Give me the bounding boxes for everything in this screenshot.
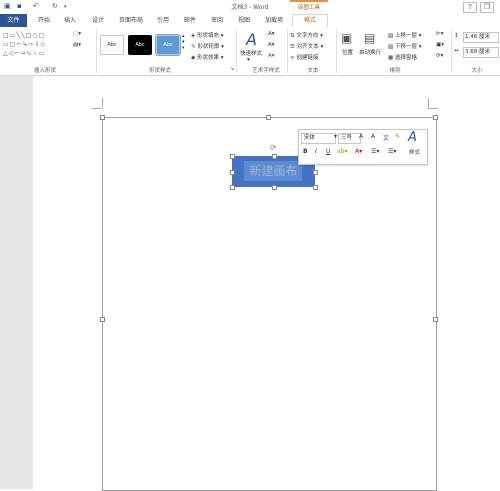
tab-page-layout[interactable]: 页面布局 — [115, 15, 147, 27]
font-size-combo[interactable]: 三号 — [338, 133, 361, 144]
font-dropdown-icon[interactable]: ▾ — [334, 133, 337, 140]
wrap-text-icon[interactable]: ▤ — [364, 31, 375, 45]
rotate-icon[interactable]: ⟳▾ — [436, 53, 443, 59]
underline-button[interactable]: U — [326, 148, 330, 155]
numbering-icon[interactable]: ☰▾ — [388, 148, 396, 155]
text-outline-icon[interactable]: A▾ — [268, 42, 275, 48]
edit-shape-icon[interactable]: ⬚▾ — [73, 31, 81, 37]
canvas-handle[interactable] — [266, 115, 271, 120]
mini-styles-icon[interactable]: A — [408, 130, 417, 145]
quick-styles-dropdown-icon[interactable]: ▾ — [247, 57, 250, 63]
highlight-icon[interactable]: ab▾ — [337, 148, 348, 155]
group-label-arrange: 排列 — [389, 68, 401, 74]
text-effects-icon[interactable]: A▾ — [268, 53, 275, 59]
group-label-text: 文本 — [307, 68, 319, 74]
tab-mailings[interactable]: 邮件 — [179, 15, 201, 27]
margin-marker — [102, 98, 103, 108]
group-label-shape-styles: 形状样式 — [148, 68, 171, 74]
phonetic-guide-icon[interactable]: 文 — [383, 133, 389, 142]
send-backward-button[interactable]: ▨ 下移一层 ▾ — [388, 42, 421, 50]
shape-style-1[interactable]: Abc — [100, 35, 124, 55]
quick-styles-icon[interactable]: A — [246, 30, 257, 49]
height-icon: ↕ — [454, 33, 459, 39]
align-text-button[interactable]: ☰ 对齐文本 ▾ — [290, 42, 323, 50]
dialog-launcher-icon[interactable]: ↘ — [230, 66, 234, 72]
canvas-handle[interactable] — [100, 115, 105, 120]
grow-font-icon[interactable]: A — [359, 133, 363, 140]
tab-design[interactable]: 设计 — [87, 15, 109, 27]
bullets-icon[interactable]: ☰▾ — [371, 148, 379, 155]
tab-format[interactable]: 格式 — [292, 14, 328, 28]
canvas-handle[interactable] — [433, 115, 438, 120]
draw-textbox-icon[interactable]: ▤▾ — [73, 42, 81, 48]
position-label[interactable]: 位置 — [342, 48, 353, 56]
text-direction-button[interactable]: ⇅ 文字方向 ▾ — [290, 31, 323, 39]
separator — [287, 29, 288, 73]
bold-button[interactable]: B — [303, 148, 308, 155]
group-label-insert-shapes: 插入形状 — [33, 68, 56, 74]
shape-handle[interactable] — [272, 185, 277, 190]
shrink-font-icon[interactable]: A — [371, 133, 375, 140]
rotate-handle-icon[interactable]: ⟳ — [270, 143, 277, 152]
gallery-scroll-icon[interactable]: ▴ ▾ ▾ — [182, 33, 185, 51]
mini-styles-label[interactable]: 样式 — [409, 148, 420, 156]
selection-pane-button[interactable]: ▦ 选择窗格 — [388, 53, 417, 61]
position-icon[interactable]: ▣ — [341, 31, 352, 45]
shape-style-3[interactable]: Abc — [155, 34, 181, 56]
create-link-button[interactable]: ∞ 创建链接 — [290, 53, 318, 61]
separator — [451, 29, 452, 73]
margin-marker — [428, 98, 429, 108]
canvas-handle[interactable] — [100, 317, 105, 322]
shape-style-2[interactable]: Abc — [128, 35, 152, 55]
shape-effects-button[interactable]: ◆ 形状效果 ▾ — [191, 53, 224, 61]
tab-insert[interactable]: 插入 — [59, 15, 81, 27]
shape-handle[interactable] — [230, 154, 235, 159]
margin-marker — [428, 108, 438, 109]
width-icon: ↔ — [454, 48, 459, 54]
separator — [236, 29, 237, 73]
tab-view[interactable]: 视图 — [233, 15, 255, 27]
group-label-wordart: 艺术字样式 — [252, 68, 280, 74]
restore-button[interactable]: ❐ — [480, 2, 494, 13]
font-color-icon[interactable]: A▾ — [355, 148, 362, 155]
wrap-text-label[interactable]: 自动换行 — [359, 48, 381, 56]
tab-references[interactable]: 引用 — [152, 15, 174, 27]
shape-handle[interactable] — [230, 170, 235, 175]
shape-handle[interactable] — [272, 154, 277, 159]
text-fill-icon[interactable]: A▾ — [268, 31, 275, 37]
width-field[interactable]: 3.68 厘米 — [463, 47, 499, 58]
tab-file[interactable]: 文件 — [0, 14, 27, 27]
shape-handle[interactable] — [230, 185, 235, 190]
canvas-handle[interactable] — [433, 317, 438, 322]
height-field[interactable]: 1.46 厘米 — [463, 32, 499, 43]
shape-handle[interactable] — [313, 185, 318, 190]
font-name-combo[interactable]: 宋体 — [301, 133, 336, 144]
window-title: 文档3 - Word — [231, 4, 269, 11]
drawing-tools-label: 绘图工具 — [297, 5, 320, 11]
separator — [96, 29, 97, 73]
help-button[interactable]: ? — [463, 2, 477, 13]
group-label-size: 大小 — [471, 68, 483, 74]
align-icon[interactable]: ⊫▾ — [436, 31, 444, 37]
group-icon[interactable]: ▣▾ — [436, 42, 444, 48]
shape-outline-button[interactable]: ✎ 形状轮廓 ▾ — [191, 42, 224, 50]
bring-forward-button[interactable]: ▧ 上移一层 ▾ — [388, 31, 421, 39]
italic-button[interactable]: I — [315, 148, 317, 155]
margin-marker — [92, 108, 102, 109]
tab-addins[interactable]: 加载项 — [260, 15, 288, 27]
separator — [336, 29, 337, 73]
format-painter-icon[interactable]: ✎ — [395, 133, 400, 140]
tab-review[interactable]: 审阅 — [206, 15, 228, 27]
shape-fill-button[interactable]: ◈ 形状填充 ▾ — [191, 31, 224, 39]
quick-styles-label[interactable]: 快速样式 — [240, 49, 262, 57]
tab-home[interactable]: 开始 — [33, 15, 55, 27]
shapes-gallery[interactable]: □▭╲╲□○▢ ▭□⌐↳⇨⇩◇ △◁⌐↪∿☆▭ — [3, 31, 69, 59]
shape-handle[interactable] — [313, 170, 318, 175]
